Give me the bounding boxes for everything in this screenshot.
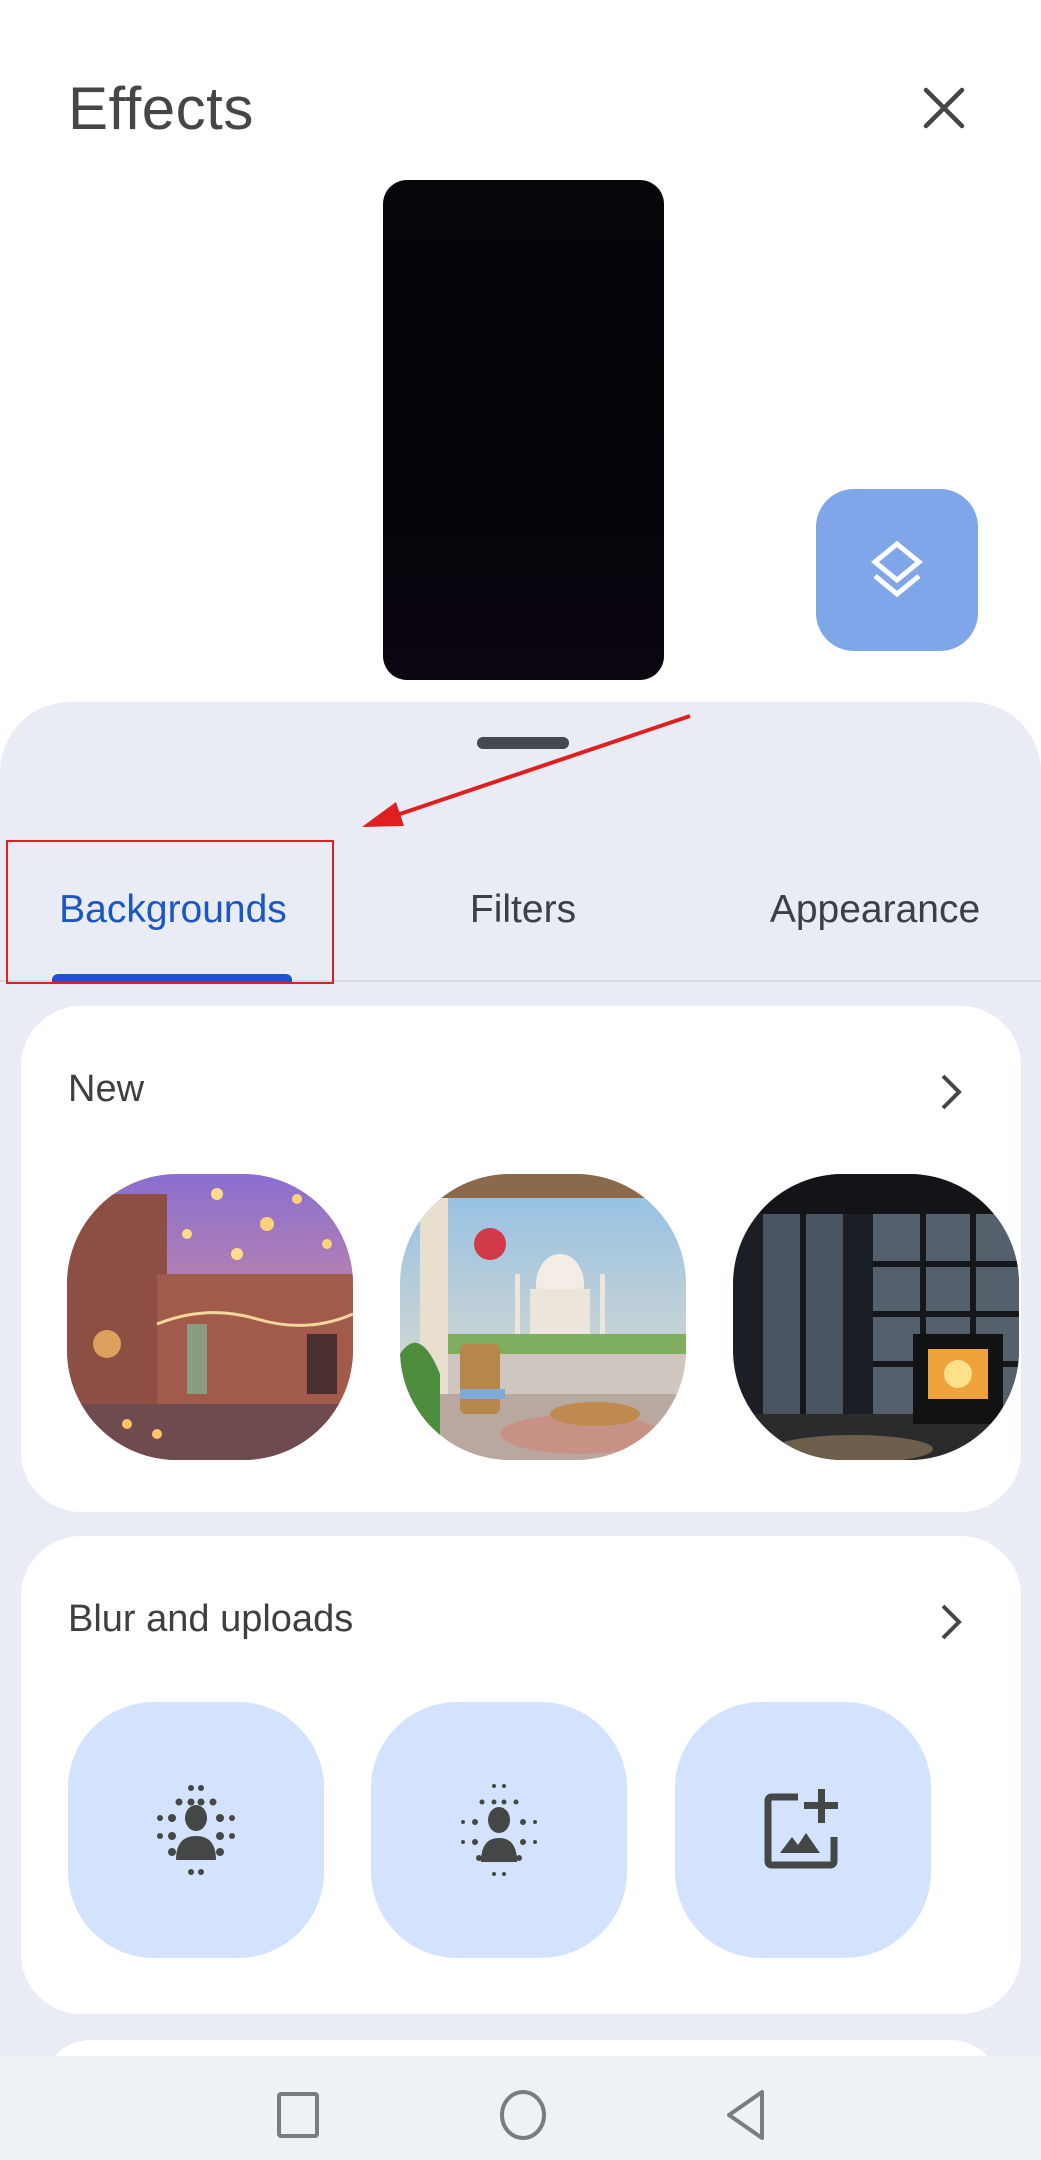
blur-background-button[interactable] bbox=[68, 1702, 324, 1958]
layers-icon bbox=[871, 540, 923, 598]
section-new: New bbox=[21, 1006, 1021, 1512]
circle-icon bbox=[500, 2090, 546, 2140]
active-tab-indicator bbox=[52, 974, 292, 983]
recents-button[interactable] bbox=[258, 2080, 338, 2150]
section-title: New bbox=[68, 1068, 145, 1110]
add-photo-icon bbox=[764, 1789, 838, 1869]
fireplace-room-image bbox=[733, 1174, 1019, 1460]
taj-mahal-terrace-image bbox=[400, 1174, 686, 1460]
upload-background-button[interactable] bbox=[675, 1702, 931, 1958]
tab-label: Filters bbox=[469, 888, 577, 931]
blur-light-icon bbox=[461, 1784, 537, 1876]
background-thumbnail-lantern-street[interactable] bbox=[67, 1174, 353, 1460]
tab-appearance[interactable]: Appearance bbox=[730, 840, 1020, 980]
background-thumbnail-taj-mahal-terrace[interactable] bbox=[400, 1174, 686, 1460]
tab-filters[interactable]: Filters bbox=[400, 840, 646, 980]
effects-tabs: Backgrounds Filters Appearance bbox=[0, 840, 1041, 980]
slight-blur-background-button[interactable] bbox=[371, 1702, 627, 1958]
chevron-right-icon bbox=[941, 1604, 962, 1640]
chevron-right-icon bbox=[941, 1074, 962, 1110]
tab-label: Backgrounds bbox=[59, 888, 287, 931]
section-blur-and-uploads: Blur and uploads bbox=[21, 1536, 1021, 2014]
lantern-street-image bbox=[67, 1174, 353, 1460]
close-icon bbox=[923, 87, 965, 129]
square-icon bbox=[277, 2092, 319, 2138]
page-title: Effects bbox=[68, 75, 254, 142]
section-blur-more-button[interactable] bbox=[927, 1598, 975, 1646]
tab-label: Appearance bbox=[769, 888, 981, 931]
background-thumbnail-fireplace-room[interactable] bbox=[733, 1174, 1019, 1460]
blur-on-icon bbox=[157, 1785, 235, 1875]
back-button[interactable] bbox=[706, 2080, 786, 2150]
camera-preview bbox=[383, 180, 664, 680]
close-button[interactable] bbox=[908, 72, 980, 144]
section-new-more-button[interactable] bbox=[927, 1068, 975, 1116]
tab-backgrounds[interactable]: Backgrounds bbox=[20, 840, 326, 980]
home-button[interactable] bbox=[483, 2080, 563, 2150]
layers-button[interactable] bbox=[816, 489, 978, 651]
section-title: Blur and uploads bbox=[68, 1598, 354, 1640]
triangle-back-icon bbox=[727, 2090, 764, 2140]
drag-handle[interactable] bbox=[477, 737, 569, 749]
